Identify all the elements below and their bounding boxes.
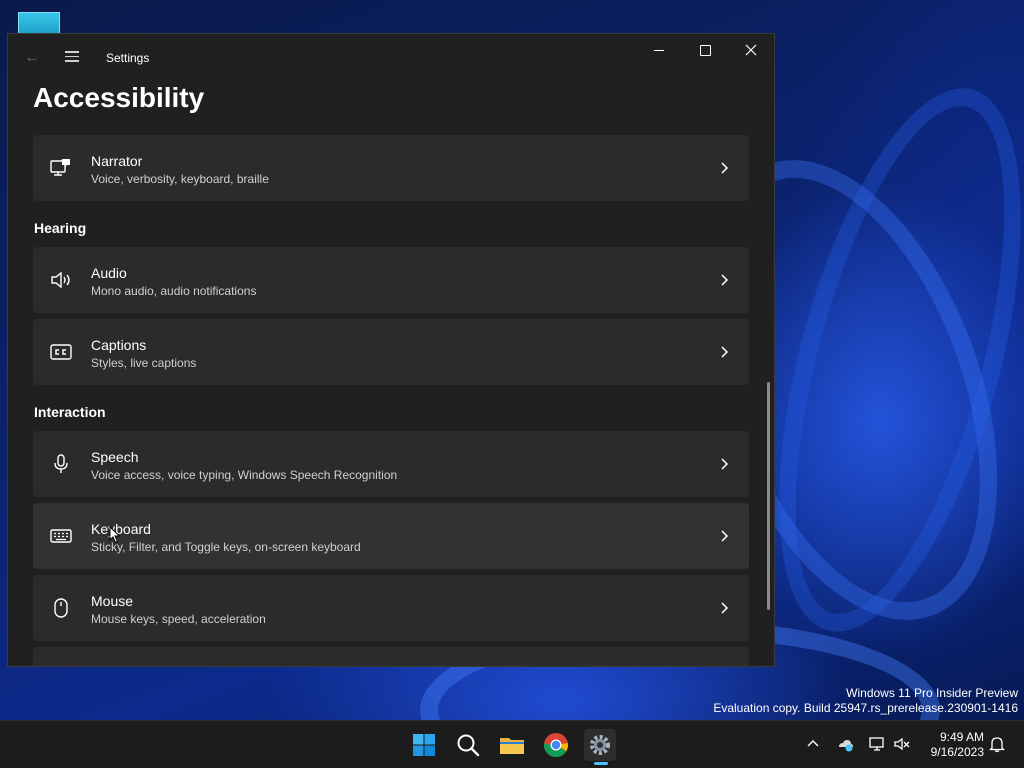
maximize-button[interactable] bbox=[682, 34, 728, 66]
card-label: Audio bbox=[91, 265, 127, 281]
card-description: Voice, verbosity, keyboard, braille bbox=[91, 172, 269, 186]
mouse-card[interactable]: Mouse Mouse keys, speed, acceleration bbox=[33, 575, 749, 641]
speaker-icon bbox=[51, 271, 70, 289]
page-title: Accessibility bbox=[33, 82, 205, 113]
narrator-card[interactable]: Narrator Voice, verbosity, keyboard, bra… bbox=[33, 135, 749, 201]
search-icon bbox=[457, 734, 480, 757]
taskbar: 9:49 AM 9/16/2023 bbox=[0, 720, 1024, 768]
mouse-pointer-icon bbox=[109, 526, 121, 544]
captions-icon bbox=[50, 344, 72, 360]
keyboard-icon bbox=[50, 529, 72, 543]
speech-card[interactable]: Speech Voice access, voice typing, Windo… bbox=[33, 431, 749, 497]
card-description: Sticky, Filter, and Toggle keys, on-scre… bbox=[91, 540, 361, 554]
chrome-button[interactable] bbox=[540, 729, 572, 761]
chevron-right-icon bbox=[721, 602, 729, 614]
chevron-right-icon bbox=[721, 274, 729, 286]
windows-logo-icon bbox=[413, 734, 435, 756]
network-icon[interactable] bbox=[868, 735, 886, 753]
watermark-line-1: Windows 11 Pro Insider Preview bbox=[846, 686, 1018, 700]
keyboard-card[interactable]: Keyboard Sticky, Filter, and Toggle keys… bbox=[33, 503, 749, 569]
hamburger-menu-icon[interactable] bbox=[62, 48, 82, 68]
file-explorer-button[interactable] bbox=[496, 729, 528, 761]
notification-bell-icon[interactable] bbox=[988, 735, 1006, 753]
settings-taskbar-button[interactable] bbox=[584, 729, 616, 765]
clock-date: 9/16/2023 bbox=[930, 745, 984, 759]
chevron-up-icon[interactable] bbox=[804, 735, 822, 753]
window-title: Settings bbox=[106, 51, 150, 65]
card-label: Speech bbox=[91, 449, 139, 465]
captions-card[interactable]: Captions Styles, live captions bbox=[33, 319, 749, 385]
card-label: Mouse bbox=[91, 593, 134, 609]
chevron-right-icon bbox=[721, 458, 729, 470]
narrator-icon bbox=[50, 159, 70, 176]
clock-time: 9:49 AM bbox=[939, 730, 984, 744]
system-clock[interactable]: 9:49 AM 9/16/2023 bbox=[918, 730, 984, 760]
chevron-right-icon bbox=[721, 346, 729, 358]
title-bar: ← Settings bbox=[8, 34, 774, 82]
back-arrow-icon[interactable]: ← bbox=[22, 48, 42, 68]
section-heading-hearing: Hearing bbox=[34, 220, 87, 236]
mouse-icon bbox=[54, 598, 68, 618]
minimize-button[interactable] bbox=[636, 34, 682, 66]
chevron-right-icon bbox=[721, 162, 729, 174]
start-button[interactable] bbox=[408, 729, 440, 761]
folder-icon bbox=[500, 738, 524, 754]
search-button[interactable] bbox=[452, 729, 484, 761]
card-description: Voice access, voice typing, Windows Spee… bbox=[91, 468, 398, 482]
audio-card[interactable]: Audio Mono audio, audio notifications bbox=[33, 247, 749, 313]
chrome-icon bbox=[544, 733, 569, 758]
next-card-partial[interactable] bbox=[33, 647, 749, 666]
close-button[interactable] bbox=[728, 34, 774, 66]
microphone-icon bbox=[54, 454, 68, 473]
scrollbar-thumb[interactable] bbox=[767, 382, 770, 610]
watermark-line-2: Evaluation copy. Build 25947.rs_prerelea… bbox=[713, 701, 1018, 715]
section-heading-interaction: Interaction bbox=[34, 404, 106, 420]
card-label: Captions bbox=[91, 337, 147, 353]
card-description: Mouse keys, speed, acceleration bbox=[91, 612, 266, 626]
volume-muted-icon[interactable] bbox=[893, 735, 911, 753]
evaluation-watermark: Windows 11 Pro Insider Preview Evaluatio… bbox=[713, 686, 1018, 716]
settings-window: ← Settings Accessibility Narrator Voice,… bbox=[7, 33, 775, 667]
card-label: Narrator bbox=[91, 153, 143, 169]
card-description: Styles, live captions bbox=[91, 356, 197, 370]
gear-icon bbox=[590, 735, 610, 755]
close-icon bbox=[745, 44, 757, 56]
card-description: Mono audio, audio notifications bbox=[91, 284, 257, 298]
chevron-right-icon bbox=[721, 530, 729, 542]
onedrive-icon[interactable] bbox=[836, 735, 854, 753]
